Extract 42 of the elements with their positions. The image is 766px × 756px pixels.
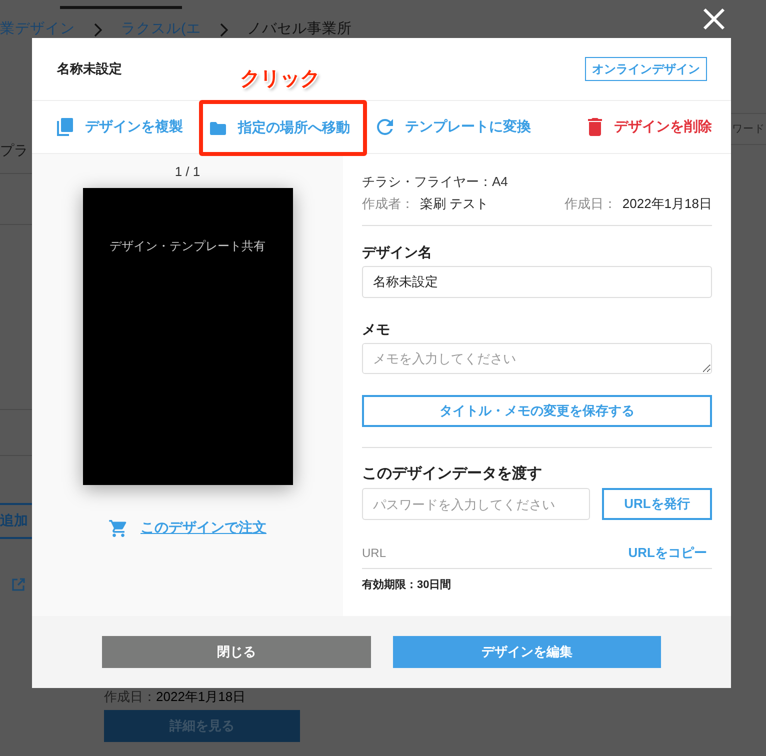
url-label: URL [362,546,386,560]
side-text: プラ [0,142,28,158]
date-label: 作成日： [104,689,156,704]
annotation-label: クリック [240,67,320,91]
design-name-field[interactable]: 名称未設定 [362,266,712,298]
order-link[interactable]: このデザインで注文 [140,519,266,537]
close-icon [703,8,725,30]
password-field[interactable]: パスワードを入力してください [362,488,590,520]
field-label: デザイン名 [362,243,432,261]
folder-icon [210,122,226,134]
action-button[interactable]: デザインを削除 [588,101,712,153]
expiry-text: 有効期限：30日間 [362,578,452,592]
created-date: 2022年1月18日 [622,196,712,212]
date-label: 作成日： [564,196,616,212]
preview-text: デザイン・テンプレート共有 [110,239,266,253]
issue-url-button[interactable]: URLを発行 [602,488,712,520]
author-label: 作成者： [362,196,414,212]
action-button[interactable]: 指定の場所へ移動 [210,104,350,152]
copy-icon [57,118,73,136]
action-button[interactable]: デザインを複製 [57,101,183,153]
copy-url-link[interactable]: URLをコピー [628,544,707,562]
refresh-icon [377,119,393,135]
close-dialog-button[interactable]: 閉じる [102,636,371,668]
page-counter: 1 / 1 [174,164,200,180]
chevron-icon [220,22,228,36]
memo-field[interactable]: メモを入力してください [362,343,712,374]
section-heading: このデザインデータを渡す [362,464,542,484]
save-button[interactable]: タイトル・メモの変更を保存する [362,395,712,427]
created-date: 2022年1月18日 [156,689,246,704]
breadcrumb-current: ノバセル事業所 [246,21,352,38]
external-link-icon [12,578,25,591]
dialog-title: 名称未設定 [57,60,122,78]
cart-icon [108,520,128,536]
action-button[interactable]: テンプレートに変換 [377,101,531,153]
chevron-icon [94,22,102,36]
type-badge: オンラインデザイン [585,57,707,81]
close-button[interactable] [703,8,725,30]
product-text: チラシ・フライヤー：A4 [362,174,508,190]
edit-design-button[interactable]: デザインを編集 [393,636,661,668]
trash-icon [588,118,602,136]
author-name: 楽刷 テスト [420,196,489,212]
field-label: メモ [362,320,390,338]
